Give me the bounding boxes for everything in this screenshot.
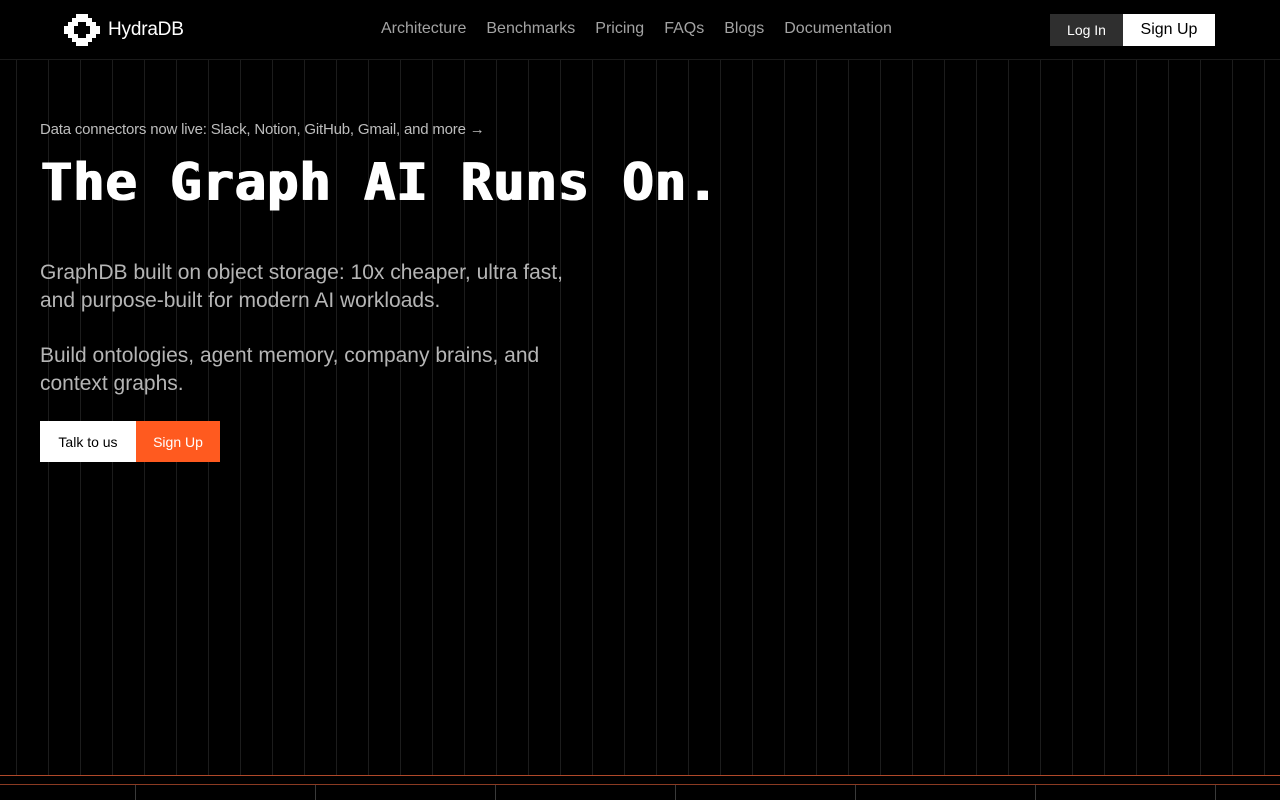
login-button[interactable]: Log In <box>1050 14 1123 46</box>
nav-link-blogs[interactable]: Blogs <box>724 19 764 39</box>
nav-link-pricing[interactable]: Pricing <box>595 19 644 39</box>
page: HydraDB Architecture Benchmarks Pricing … <box>0 0 1280 800</box>
bottom-section-preview <box>0 785 1280 800</box>
hero-signup-button[interactable]: Sign Up <box>136 421 220 462</box>
hero-title: The Graph AI Runs On. <box>40 153 719 213</box>
main-nav: Architecture Benchmarks Pricing FAQs Blo… <box>381 19 892 39</box>
talk-to-us-button[interactable]: Talk to us <box>40 421 136 462</box>
nav-link-benchmarks[interactable]: Benchmarks <box>486 19 575 39</box>
bottom-divider <box>0 775 1280 776</box>
announcement-link[interactable]: Data connectors now live: Slack, Notion,… <box>40 121 485 138</box>
hydra-logo-icon <box>64 14 100 46</box>
nav-link-documentation[interactable]: Documentation <box>784 19 892 39</box>
hero-subtitle-2: Build ontologies, agent memory, company … <box>40 344 540 395</box>
brand-name: HydraDB <box>108 19 184 40</box>
header-signup-button[interactable]: Sign Up <box>1123 14 1215 46</box>
nav-link-faqs[interactable]: FAQs <box>664 19 704 39</box>
site-header: HydraDB Architecture Benchmarks Pricing … <box>0 0 1280 60</box>
brand-logo-link[interactable]: HydraDB <box>64 14 184 46</box>
hero-subtitle-1: GraphDB built on object storage: 10x che… <box>40 261 563 312</box>
nav-link-architecture[interactable]: Architecture <box>381 19 466 39</box>
